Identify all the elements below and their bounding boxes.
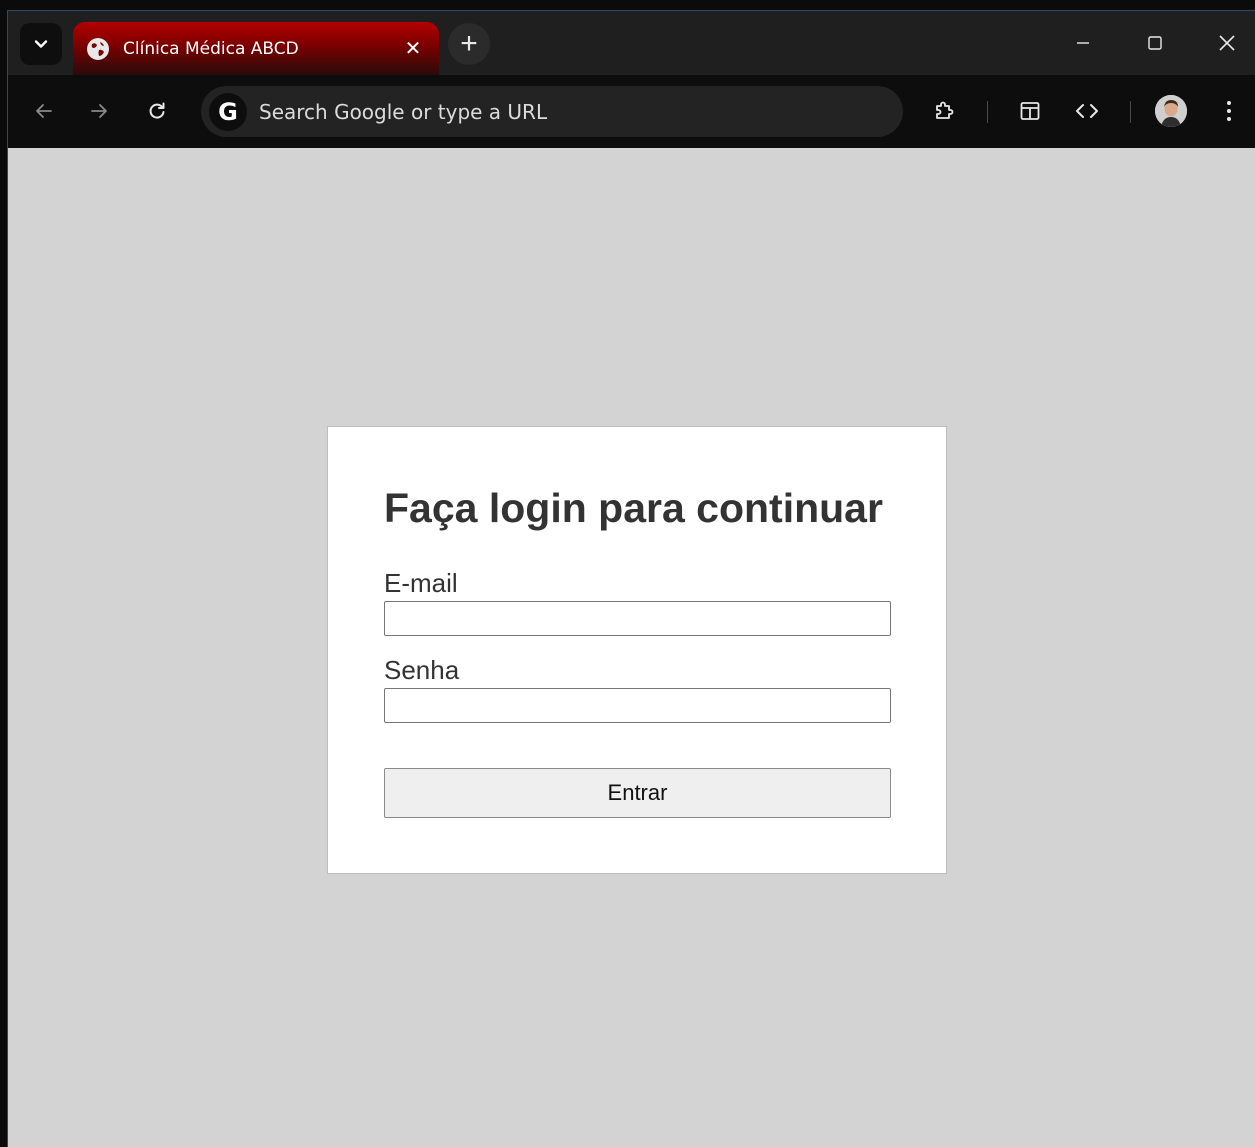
tab-title: Clínica Médica ABCD (123, 38, 299, 59)
browser-window: Clínica Médica ABCD ✕ + G Search Google … (7, 10, 1255, 1147)
kebab-menu-icon (1227, 101, 1231, 121)
reload-icon (149, 102, 165, 119)
side-panel-icon (1020, 102, 1040, 120)
login-submit-button[interactable]: Entrar (384, 768, 891, 818)
arrow-left-icon (36, 104, 52, 118)
forward-button[interactable] (81, 93, 117, 129)
puzzle-icon (936, 101, 954, 119)
address-bar[interactable]: G (201, 86, 903, 137)
toolbar-divider (987, 101, 988, 123)
email-field-group: E-mail (384, 568, 891, 636)
minimize-button[interactable] (1058, 25, 1108, 61)
login-card: Faça login para continuar E-mail Senha E… (327, 426, 947, 874)
password-input[interactable] (384, 688, 891, 723)
google-icon: G (209, 92, 247, 131)
profile-avatar[interactable] (1155, 95, 1187, 127)
page-viewport: Faça login para continuar E-mail Senha E… (8, 148, 1255, 1147)
profile-icon (1155, 95, 1187, 127)
login-title: Faça login para continuar (384, 485, 883, 531)
back-button[interactable] (26, 93, 62, 129)
address-input[interactable] (259, 99, 859, 124)
minimize-icon (1077, 42, 1089, 44)
arrow-right-icon (91, 104, 107, 118)
side-panel-button[interactable] (1012, 93, 1048, 129)
menu-button[interactable] (1211, 93, 1247, 129)
chevron-down-icon (34, 40, 48, 48)
browser-toolbar: G (8, 75, 1255, 148)
new-tab-button[interactable]: + (448, 23, 490, 65)
close-icon (1219, 35, 1235, 51)
globe-icon (87, 37, 109, 60)
tab-strip: Clínica Médica ABCD ✕ + (8, 11, 1255, 75)
maximize-button[interactable] (1130, 25, 1180, 61)
tab-search-button[interactable] (20, 23, 62, 65)
email-input[interactable] (384, 601, 891, 636)
reload-button[interactable] (139, 93, 175, 129)
extensions-button[interactable] (926, 93, 962, 129)
email-label: E-mail (384, 568, 458, 598)
password-field-group: Senha (384, 655, 891, 723)
code-icon (1076, 104, 1098, 118)
password-label: Senha (384, 655, 460, 685)
active-tab[interactable]: Clínica Médica ABCD ✕ (73, 22, 439, 75)
close-window-button[interactable] (1202, 25, 1252, 61)
maximize-icon (1148, 36, 1162, 50)
toolbar-divider (1130, 101, 1131, 123)
devtools-button[interactable] (1069, 93, 1105, 129)
tab-close-button[interactable]: ✕ (401, 36, 425, 61)
